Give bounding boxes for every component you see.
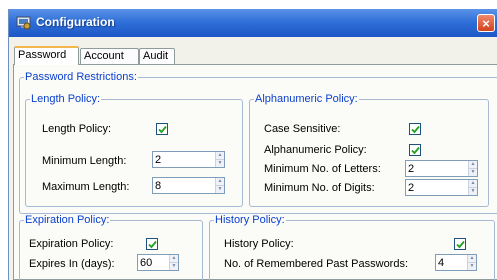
minimum-length-input[interactable] (155, 153, 215, 166)
spin-up-icon[interactable]: ▲ (468, 255, 476, 262)
expiration-policy-legend: Expiration Policy: (24, 214, 111, 227)
spin-up-icon[interactable]: ▲ (469, 180, 477, 187)
spin-down-icon[interactable]: ▼ (469, 168, 477, 176)
length-policy-checkbox[interactable] (156, 123, 168, 135)
tab-audit[interactable]: Audit (139, 48, 175, 64)
password-restrictions-group: Password Restrictions: Length Policy: Le… (19, 71, 497, 214)
title-bar[interactable]: Configuration × (9, 9, 497, 37)
minimum-letters-spin-buttons[interactable]: ▲ ▼ (468, 161, 477, 176)
alphanumeric-policy-legend: Alphanumeric Policy: (254, 93, 359, 106)
expiration-policy-checkbox[interactable] (146, 238, 158, 250)
history-policy-checkbox[interactable] (454, 238, 466, 250)
tab-password[interactable]: Password (14, 46, 79, 65)
checkmark-icon (456, 240, 465, 249)
minimum-length-label: Minimum Length: (42, 155, 127, 167)
minimum-digits-input[interactable] (408, 181, 468, 194)
minimum-letters-label: Minimum No. of Letters: (264, 163, 381, 175)
length-policy-label: Length Policy: (42, 123, 112, 135)
length-policy-legend: Length Policy: (30, 93, 102, 106)
history-policy-group: History Policy: History Policy: No. of R… (209, 214, 495, 280)
spin-up-icon[interactable]: ▲ (170, 255, 178, 262)
maximum-length-label: Maximum Length: (42, 181, 130, 193)
window-title: Configuration (36, 15, 115, 29)
spin-down-icon[interactable]: ▼ (468, 262, 476, 270)
remembered-passwords-input[interactable] (438, 256, 468, 269)
history-policy-label: History Policy: (224, 238, 294, 250)
alphanumeric-policy-group: Alphanumeric Policy: Case Sensitive: Alp… (249, 93, 489, 207)
minimum-letters-spinner[interactable]: ▲▼ (405, 160, 478, 177)
spin-up-icon[interactable]: ▲ (216, 178, 224, 185)
configuration-icon (16, 16, 31, 30)
alphanumeric-policy-checkbox[interactable] (409, 144, 421, 156)
minimum-length-spinner[interactable]: ▲▼ (152, 151, 225, 168)
minimum-digits-spinner[interactable]: ▲▼ (405, 179, 478, 196)
expiration-policy-label: Expiration Policy: (29, 238, 114, 250)
tab-account[interactable]: Account (80, 48, 139, 64)
spin-up-icon[interactable]: ▲ (216, 152, 224, 159)
password-tab-content: Password Restrictions: Length Policy: Le… (13, 64, 497, 280)
spin-down-icon[interactable]: ▼ (216, 159, 224, 167)
alphanumeric-policy-label: Alphanumeric Policy: (264, 144, 367, 156)
expires-in-input[interactable] (140, 256, 170, 269)
expires-in-spin-buttons[interactable]: ▲ ▼ (169, 255, 178, 270)
minimum-length-spin-buttons[interactable]: ▲ ▼ (215, 152, 224, 167)
expires-in-label: Expires In (days): (29, 258, 115, 270)
checkmark-icon (411, 146, 420, 155)
maximum-length-spin-buttons[interactable]: ▲ ▼ (215, 178, 224, 193)
minimum-digits-spin-buttons[interactable]: ▲ ▼ (468, 180, 477, 195)
spin-down-icon[interactable]: ▼ (170, 262, 178, 270)
checkmark-icon (411, 125, 420, 134)
remembered-passwords-spin-buttons[interactable]: ▲ ▼ (467, 255, 476, 270)
minimum-letters-input[interactable] (408, 162, 468, 175)
checkmark-icon (148, 240, 157, 249)
maximum-length-spinner[interactable]: ▲▼ (152, 177, 225, 194)
case-sensitive-checkbox[interactable] (409, 123, 421, 135)
minimum-digits-label: Minimum No. of Digits: (264, 182, 375, 194)
maximum-length-input[interactable] (155, 179, 215, 192)
spin-down-icon[interactable]: ▼ (216, 185, 224, 193)
spin-up-icon[interactable]: ▲ (469, 161, 477, 168)
remembered-passwords-spinner[interactable]: ▲▼ (435, 254, 477, 271)
password-restrictions-legend: Password Restrictions: (24, 71, 138, 84)
close-button[interactable]: × (477, 14, 495, 32)
remembered-passwords-label: No. of Remembered Past Passwords: (224, 258, 409, 270)
spin-down-icon[interactable]: ▼ (469, 187, 477, 195)
checkmark-icon (158, 125, 167, 134)
expires-in-spinner[interactable]: ▲▼ (137, 254, 179, 271)
length-policy-group: Length Policy: Length Policy: Minimum Le… (25, 93, 243, 207)
expiration-policy-group: Expiration Policy: Expiration Policy: Ex… (19, 214, 203, 280)
case-sensitive-label: Case Sensitive: (264, 123, 341, 135)
history-policy-legend: History Policy: (214, 214, 286, 227)
configuration-window: Configuration × Password Account Audit P… (8, 9, 497, 280)
